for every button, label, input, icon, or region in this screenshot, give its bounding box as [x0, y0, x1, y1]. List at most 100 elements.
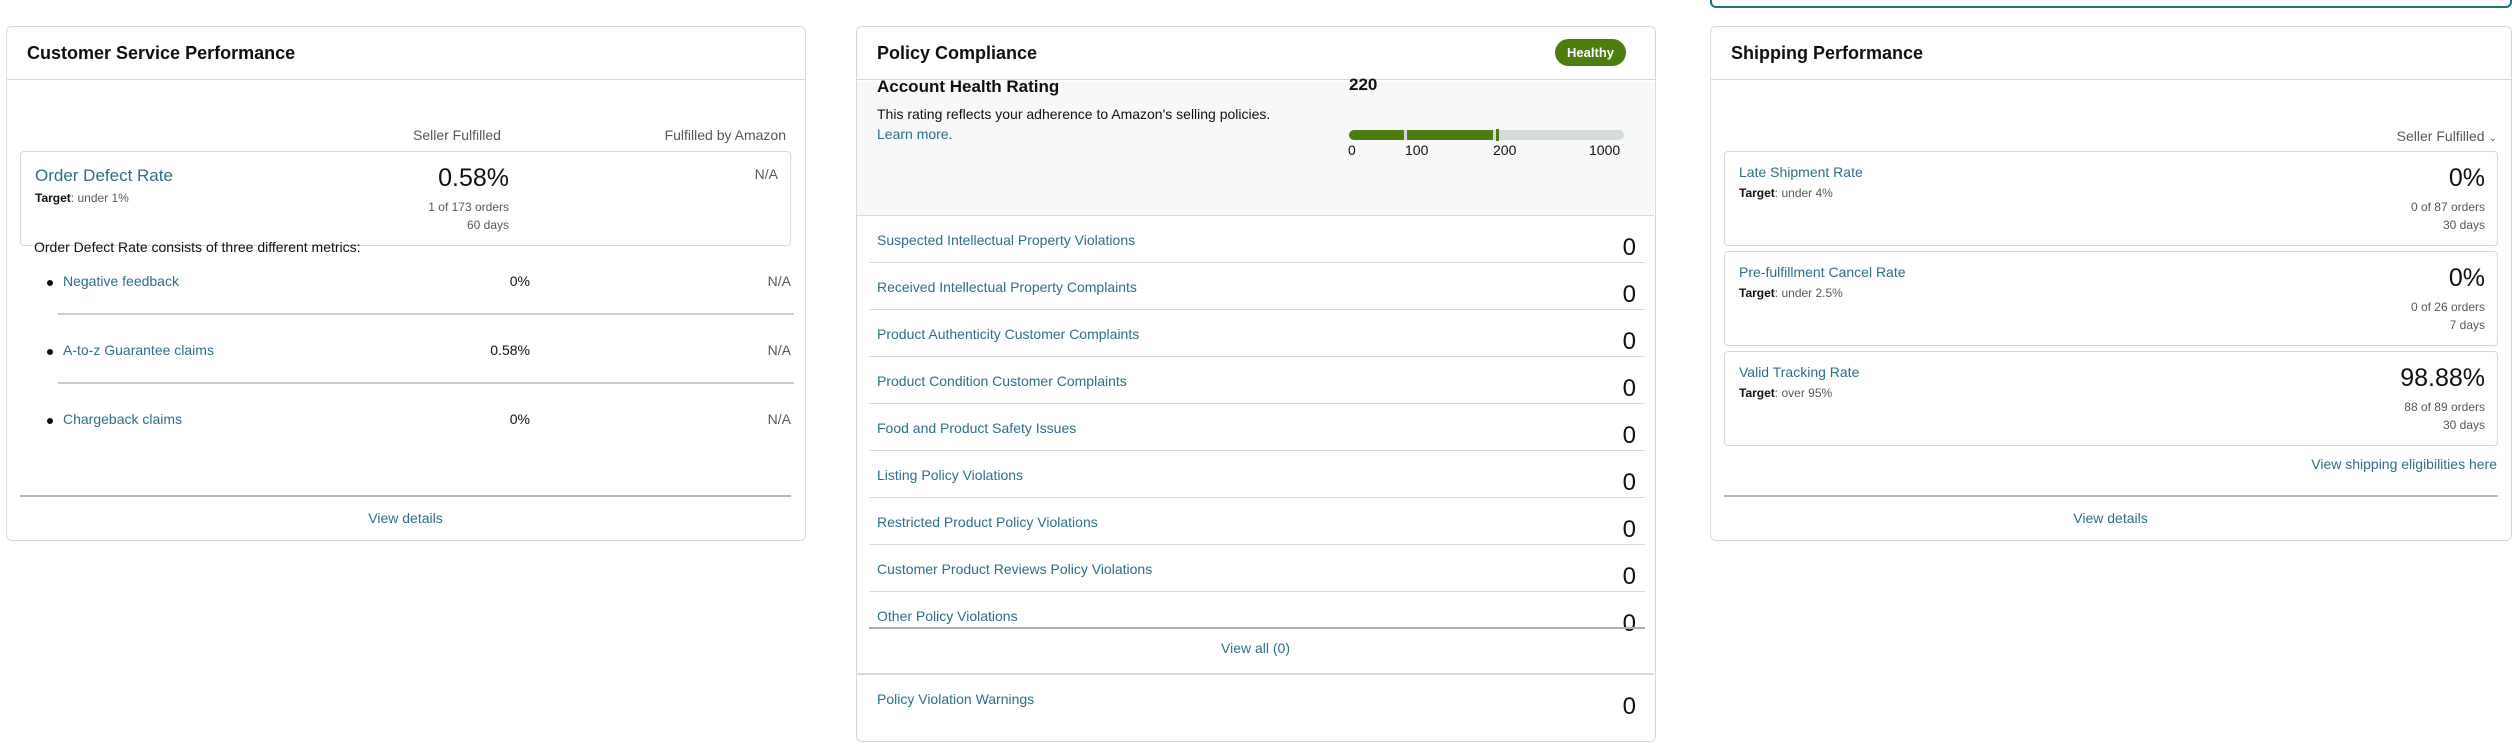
gauge-segment [1349, 130, 1404, 140]
learn-more-link[interactable]: Learn more. [877, 126, 952, 142]
card-title: Customer Service Performance [27, 42, 296, 63]
late-shipment-rate-box: Late Shipment Rate Target: under 4% 0% 0… [1724, 151, 2498, 246]
order-defect-rate-link[interactable]: Order Defect Rate [35, 166, 173, 186]
metric-orders: 0 of 26 orders [2410, 300, 2485, 314]
shipping-performance-card: Shipping Performance Seller Fulfilled ⌄ L… [1710, 26, 2512, 541]
gauge-tick: 100 [1405, 142, 1429, 158]
customer-service-performance-card: Customer Service Performance Seller Fulf… [6, 26, 806, 541]
metric-value: 0% [2448, 264, 2485, 292]
view-shipping-eligibilities-link[interactable]: View shipping eligibilities here [2311, 456, 2497, 472]
metric-target: Target: under 2.5% [1739, 286, 1843, 300]
policy-row-link[interactable]: Received Intellectual Property Complaint… [877, 279, 1137, 295]
column-header-seller-fulfilled: Seller Fulfilled [413, 127, 501, 143]
column-header-fulfilled-by-amazon: Fulfilled by Amazon [664, 127, 786, 143]
card-title: Shipping Performance [1731, 42, 1924, 63]
bullet-icon [47, 280, 53, 286]
view-all-link[interactable]: View all (0) [857, 640, 1654, 656]
odr-days: 60 days [466, 218, 509, 232]
account-health-rating-section [857, 82, 1654, 216]
valid-tracking-rate-box: Valid Tracking Rate Target: over 95% 98.… [1724, 351, 2498, 446]
dropdown-label: Seller Fulfilled [2396, 128, 2485, 144]
metric-orders: 0 of 87 orders [2410, 200, 2485, 214]
bullet-icon [47, 418, 53, 424]
footer-divider [20, 495, 791, 497]
policy-row-link[interactable]: Restricted Product Policy Violations [877, 514, 1098, 530]
metric-row-a-to-z-claims: A-to-z Guarantee claims 0.58% N/A [39, 340, 794, 370]
policy-row: Product Condition Customer Complaints 0 [869, 357, 1645, 404]
policy-violation-warnings-count: 0 [1622, 693, 1636, 720]
policy-row: Food and Product Safety Issues 0 [869, 404, 1645, 451]
metric-seller-value: 0% [509, 411, 530, 427]
policy-violation-warnings-row: Policy Violation Warnings 0 [869, 675, 1645, 722]
policy-row-link[interactable]: Product Authenticity Customer Complaints [877, 326, 1139, 342]
top-right-card-edge [1710, 0, 2512, 8]
policy-row-count: 0 [1622, 281, 1636, 308]
view-details-link[interactable]: View details [7, 510, 804, 526]
odr-orders: 1 of 173 orders [428, 200, 509, 214]
odr-description: Order Defect Rate consists of three diff… [34, 239, 361, 255]
card-header: Shipping Performance [1711, 27, 2511, 80]
metric-link[interactable]: Negative feedback [63, 273, 179, 289]
metric-link[interactable]: Pre-fulfillment Cancel Rate [1739, 264, 1906, 280]
odr-target: Target: under 1% [35, 191, 129, 205]
policy-row-link[interactable]: Suspected Intellectual Property Violatio… [877, 232, 1135, 248]
policy-row: Product Authenticity Customer Complaints… [869, 310, 1645, 357]
view-details-link[interactable]: View details [1711, 510, 2510, 526]
policy-row-link[interactable]: Customer Product Reviews Policy Violatio… [877, 561, 1152, 577]
metric-divider [58, 382, 794, 384]
pre-fulfillment-cancel-rate-box: Pre-fulfillment Cancel Rate Target: unde… [1724, 251, 2498, 346]
gauge-tick: 200 [1493, 142, 1517, 158]
account-health-gauge [1349, 129, 1624, 141]
policy-violation-warnings-link[interactable]: Policy Violation Warnings [877, 691, 1034, 707]
gauge-marker [1496, 129, 1499, 141]
policy-row-link[interactable]: Listing Policy Violations [877, 467, 1023, 483]
odr-amazon-value: N/A [754, 166, 778, 182]
fulfillment-channel-dropdown[interactable]: Seller Fulfilled ⌄ [2397, 128, 2497, 144]
metric-link[interactable]: Valid Tracking Rate [1739, 364, 1859, 380]
metric-divider [58, 313, 794, 315]
metric-seller-value: 0% [509, 273, 530, 289]
healthy-status-badge: Healthy [1555, 39, 1626, 66]
metric-link[interactable]: Late Shipment Rate [1739, 164, 1863, 180]
policy-row-link[interactable]: Other Policy Violations [877, 608, 1018, 624]
ahr-title: Account Health Rating [877, 77, 1060, 96]
bullet-icon [47, 349, 53, 355]
card-header: Policy Compliance Healthy [857, 27, 1655, 80]
metric-row-chargeback-claims: Chargeback claims 0% N/A [39, 409, 794, 439]
metric-row-negative-feedback: Negative feedback 0% N/A [39, 271, 794, 301]
policy-row-count: 0 [1622, 469, 1636, 496]
policy-row-count: 0 [1622, 328, 1636, 355]
metric-value: 0% [2448, 164, 2485, 192]
metric-link[interactable]: A-to-z Guarantee claims [63, 342, 214, 358]
policy-row: Restricted Product Policy Violations 0 [869, 498, 1645, 545]
policy-row: Customer Product Reviews Policy Violatio… [869, 545, 1645, 592]
gauge-segment [1407, 130, 1493, 140]
chevron-down-icon: ⌄ [2488, 133, 2497, 144]
policy-row-count: 0 [1622, 375, 1636, 402]
card-header: Customer Service Performance [7, 27, 805, 80]
policy-row-count: 0 [1622, 422, 1636, 449]
metric-link[interactable]: Chargeback claims [63, 411, 182, 427]
metric-orders: 88 of 89 orders [2404, 400, 2485, 414]
footer-divider [1724, 495, 2498, 497]
policy-row-link[interactable]: Product Condition Customer Complaints [877, 373, 1127, 389]
policy-compliance-card: Policy Compliance Healthy Account Health… [856, 26, 1656, 742]
metric-days: 30 days [2442, 218, 2485, 232]
policy-row: Received Intellectual Property Complaint… [869, 263, 1645, 310]
policy-row: Other Policy Violations 0 [869, 592, 1645, 639]
policy-row: Listing Policy Violations 0 [869, 451, 1645, 498]
policy-row-count: 0 [1622, 610, 1636, 637]
policy-row-count: 0 [1622, 516, 1636, 543]
metric-amazon-value: N/A [767, 342, 791, 358]
view-all-divider [869, 627, 1645, 629]
metric-seller-value: 0.58% [490, 342, 530, 358]
ahr-description: This rating reflects your adherence to A… [877, 106, 1271, 142]
metric-days: 30 days [2442, 418, 2485, 432]
gauge-tick: 0 [1348, 142, 1356, 158]
metric-value: 98.88% [2400, 364, 2485, 392]
metric-target: Target: under 4% [1739, 186, 1833, 200]
policy-row: Suspected Intellectual Property Violatio… [869, 216, 1645, 263]
metric-days: 7 days [2449, 318, 2485, 332]
metric-amazon-value: N/A [767, 411, 791, 427]
policy-row-link[interactable]: Food and Product Safety Issues [877, 420, 1076, 436]
